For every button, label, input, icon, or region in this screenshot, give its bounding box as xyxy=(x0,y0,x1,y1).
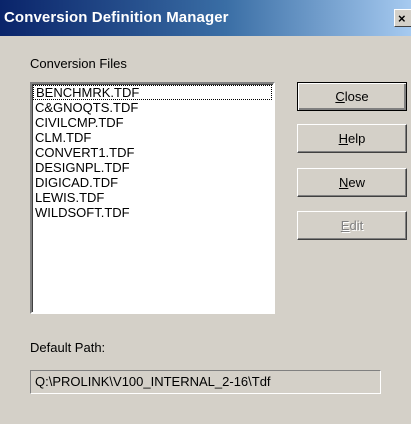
list-item[interactable]: BENCHMRK.TDF xyxy=(33,85,272,100)
title-bar[interactable]: Conversion Definition Manager × xyxy=(0,0,411,36)
list-item[interactable]: CIVILCMP.TDF xyxy=(32,115,273,130)
edit-button: Edit xyxy=(297,211,407,240)
list-item[interactable]: WILDSOFT.TDF xyxy=(32,205,273,220)
list-item[interactable]: C&GNOQTS.TDF xyxy=(32,100,273,115)
dialog-window: Conversion Definition Manager × Conversi… xyxy=(0,0,411,424)
help-button-mnemonic: H xyxy=(338,131,349,146)
list-item[interactable]: DESIGNPL.TDF xyxy=(32,160,273,175)
list-item[interactable]: CLM.TDF xyxy=(32,130,273,145)
help-button-label: elp xyxy=(348,131,366,146)
help-button[interactable]: Help xyxy=(297,124,407,153)
default-path-label: Default Path: xyxy=(30,340,106,355)
edit-button-label: dit xyxy=(349,218,364,233)
close-window-button[interactable]: × xyxy=(394,9,411,27)
close-button[interactable]: Close xyxy=(297,82,407,111)
list-item[interactable]: LEWIS.TDF xyxy=(32,190,273,205)
list-item[interactable]: DIGICAD.TDF xyxy=(32,175,273,190)
list-item[interactable]: CONVERT1.TDF xyxy=(32,145,273,160)
new-button[interactable]: New xyxy=(297,168,407,197)
new-button-label: ew xyxy=(348,175,365,190)
conversion-files-listbox[interactable]: BENCHMRK.TDF C&GNOQTS.TDF CIVILCMP.TDF C… xyxy=(30,82,275,314)
close-button-mnemonic: C xyxy=(335,89,345,104)
default-path-field: Q:\PROLINK\V100_INTERNAL_2-16\Tdf xyxy=(30,370,381,394)
conversion-files-label: Conversion Files xyxy=(30,56,127,71)
new-button-mnemonic: N xyxy=(338,175,349,190)
window-title: Conversion Definition Manager xyxy=(4,9,229,26)
close-button-label: lose xyxy=(344,89,369,104)
